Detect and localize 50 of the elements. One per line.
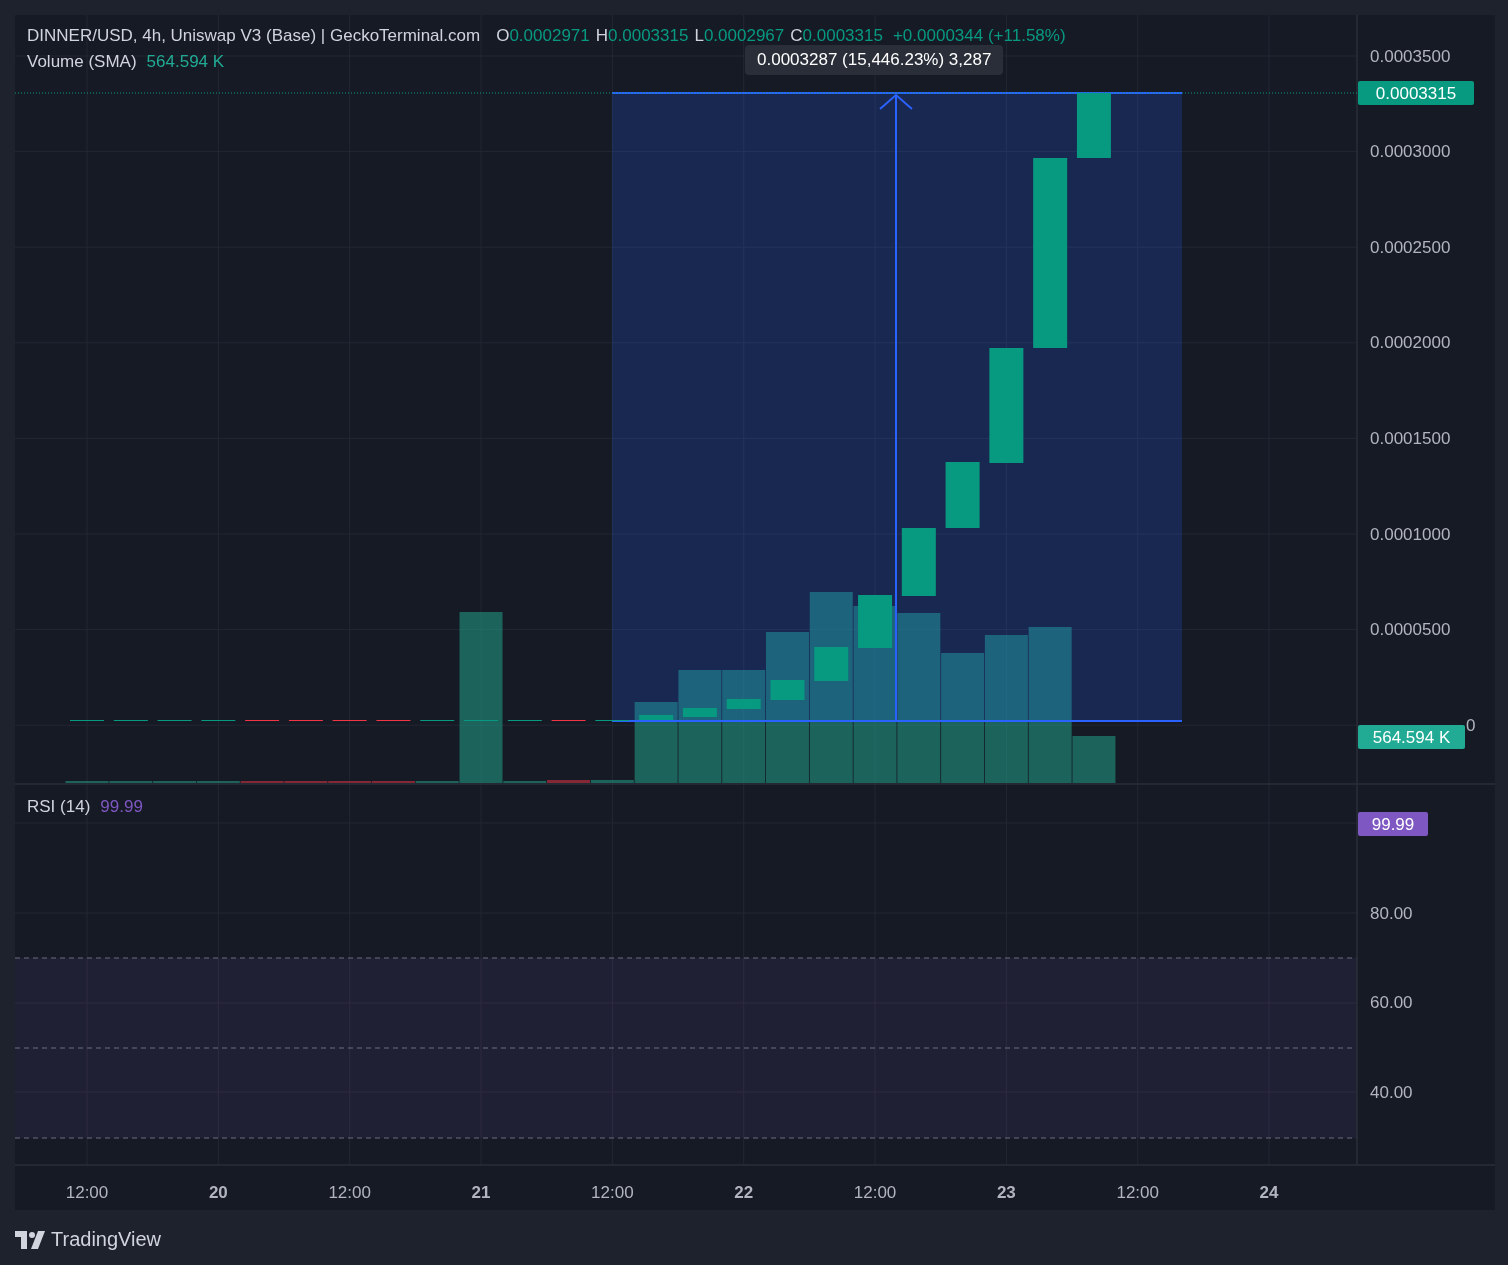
rsi-axis-label: 60.00 [1370, 993, 1413, 1012]
price-axis-label: 0.0002500 [1370, 237, 1451, 257]
ohlc-value: 0.0002967 [703, 26, 785, 46]
price-badge: 0.0003315 [1358, 81, 1474, 105]
time-axis-label: 22 [734, 1182, 754, 1202]
candle [945, 462, 980, 528]
indicator-name: Volume (SMA) [27, 52, 137, 72]
measure-label: 0.0003287 (15,446.23%) 3,287 [745, 45, 1004, 75]
candle [814, 647, 849, 681]
candle [770, 680, 805, 700]
price-axis-label: 0.0001500 [1370, 428, 1451, 448]
price-axis-label: 0.0003000 [1370, 142, 1451, 162]
rsi-badge: 99.99 [1358, 812, 1428, 836]
time-axis-label: 12:00 [328, 1182, 371, 1202]
price-axis-label: 0.0002000 [1370, 333, 1451, 353]
price-axis-label: 0.0003500 [1370, 46, 1451, 66]
brand-name[interactable]: TradingView [51, 1228, 162, 1251]
candle [682, 708, 717, 717]
ohlc-value: 0.0003315 [802, 26, 883, 46]
volume-badge: 564.594 K [1358, 725, 1465, 749]
ohlc-label: C [790, 26, 803, 46]
candle [726, 699, 761, 709]
rsi-axis-label: 40.00 [1370, 1082, 1413, 1102]
time-axis-label: 12:00 [853, 1182, 897, 1202]
price-axis-label: 0.0000500 [1370, 620, 1451, 640]
time-axis-label: 21 [471, 1182, 491, 1202]
candle [639, 715, 674, 720]
time-axis-label: 12:00 [591, 1182, 634, 1202]
time-axis-label: 23 [996, 1182, 1016, 1202]
candle [901, 528, 936, 596]
time-axis-label: 24 [1259, 1182, 1279, 1202]
ohlc-value: 0.0002971 [509, 26, 590, 46]
rsi-axis-label: 80.00 [1370, 903, 1413, 923]
indicator-value: 564.594 K [146, 52, 225, 72]
candle [1076, 93, 1111, 158]
price-change: +0.0000344 (+11.58%) [892, 26, 1066, 46]
indicator-name: RSI (14) [27, 797, 91, 817]
time-axis-label: 12:00 [65, 1182, 109, 1202]
price-axis-label: 0.0001000 [1370, 524, 1451, 544]
time-axis-label: 12:00 [1116, 1182, 1159, 1202]
candle [858, 595, 893, 648]
time-axis-label: 20 [208, 1182, 228, 1202]
chart-title: DINNER/USD, 4h, Uniswap V3 (Base) | GeckoTerminal.com [27, 26, 481, 46]
ohlc-label: L [694, 26, 704, 46]
ohlc-label: H [595, 26, 609, 46]
ohlc-label: O [496, 26, 510, 46]
price-axis-label: 0 [1466, 715, 1476, 735]
indicator-value: 99.99 [100, 797, 143, 817]
logo-icon[interactable] [15, 1230, 45, 1249]
ohlc-value: 0.0003315 [608, 26, 689, 46]
